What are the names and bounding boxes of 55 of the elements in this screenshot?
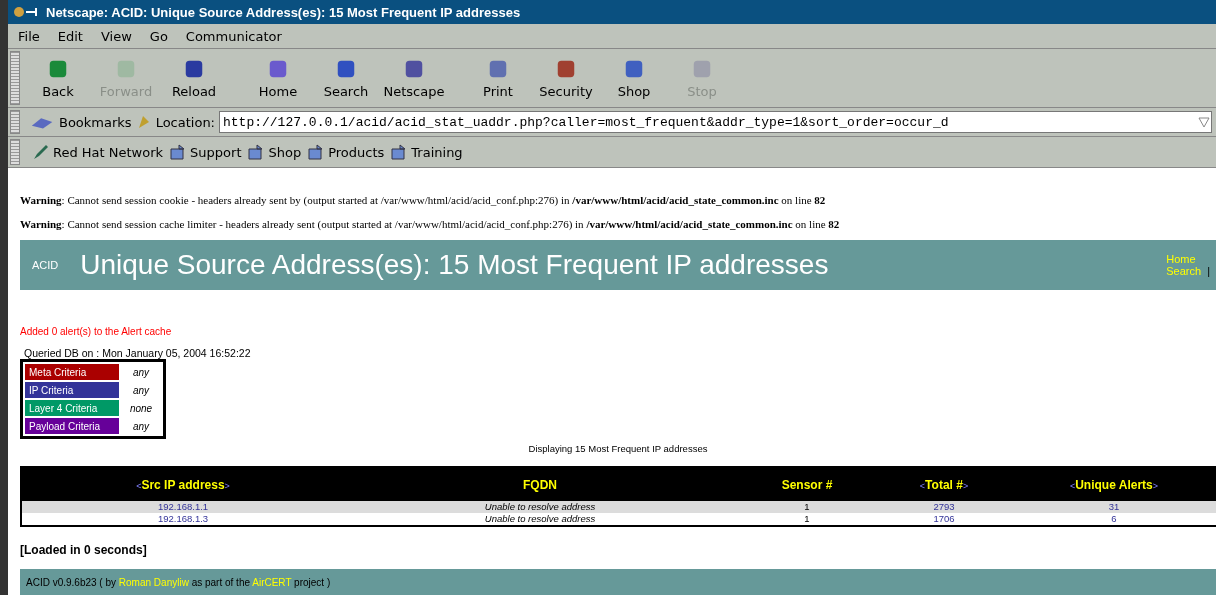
url-field[interactable]: http://127.0.0.1/acid/acid_stat_uaddr.php?caller=most_frequent&addr_type=1&sort_order=occur_d — [219, 111, 1212, 133]
toolbar-button[interactable]: Home — [246, 57, 310, 99]
column-header: Sensor # — [736, 467, 878, 501]
pen-icon — [32, 144, 50, 160]
warning-message: Warning: Cannot send session cookie - headers already sent by (output started at /var/www/html/acid/acid_conf.php:276) in /var/www/html/acid/acid_state_common.inc on line 82 — [20, 194, 827, 206]
table-link[interactable]: 1706 — [878, 513, 1010, 526]
table-link[interactable]: 192.168.1.1 — [21, 501, 344, 513]
personal-toolbar-button[interactable]: Support — [169, 144, 242, 160]
toolbar-button[interactable]: Security — [534, 57, 598, 99]
separator: | — [1207, 265, 1210, 277]
column-header[interactable]: <Unique Alerts> — [1010, 467, 1216, 501]
table-link[interactable]: 6 — [1010, 513, 1216, 526]
table-link[interactable]: 192.168.1.3 — [21, 513, 344, 526]
toolbar-button[interactable]: Shop — [602, 57, 666, 99]
table-cell: Unable to resolve address — [344, 501, 736, 513]
column-header[interactable]: <Src IP address> — [21, 467, 344, 501]
table-cell: Unable to resolve address — [344, 513, 736, 526]
personal-toolbar-button[interactable]: Shop — [247, 144, 302, 160]
cache-message: Added 0 alert(s) to the Alert cache — [20, 326, 173, 337]
credits-text: ACID v0.9.6b23 ( by Roman Danyliw as part of the AirCERT project ) — [26, 576, 331, 588]
location-label: Location: — [155, 114, 215, 130]
table-link[interactable]: 31 — [1010, 501, 1216, 513]
table-cell: 1 — [736, 501, 878, 513]
bookmarks-button[interactable]: Bookmarks — [30, 114, 132, 130]
criteria-label[interactable]: Meta Criteria — [25, 364, 119, 380]
personal-toolbar-button[interactable]: Red Hat Network — [32, 144, 164, 160]
window-title: Netscape: ACID: Unique Source Address(es): 15 Most Frequent IP addresses — [46, 4, 521, 20]
toolbar-button[interactable]: Reload — [162, 57, 226, 99]
table-cell: 1 — [736, 513, 878, 526]
toolbar-button[interactable]: Search — [314, 57, 378, 99]
warning-message: Warning: Cannot send session cache limiter - headers already sent (output started at /var/www/html/acid/acid_conf.php:276) in /var/www/html/acid/acid_state_common.inc on line 82 — [20, 218, 841, 230]
load-time: [Loaded in 0 seconds] — [20, 543, 148, 557]
toolbar-button[interactable]: Print — [466, 57, 530, 99]
personal-toolbar-button[interactable]: Training — [390, 144, 463, 160]
page-title: Unique Source Address(es): 15 Most Frequent IP addresses — [80, 249, 830, 281]
criteria-label[interactable]: Payload Criteria — [25, 418, 119, 434]
menu-item[interactable]: Go — [149, 28, 168, 44]
criteria-label[interactable]: Layer 4 Criteria — [25, 400, 119, 416]
toolbar-grip[interactable] — [10, 139, 20, 165]
query-timestamp: Queried DB on : Mon January 05, 2004 16:52:22 — [24, 347, 252, 359]
toolbar-grip[interactable] — [10, 110, 20, 134]
menu-item[interactable]: File — [18, 28, 40, 44]
column-header: FQDN — [344, 467, 736, 501]
column-header[interactable]: <Total #> — [878, 467, 1010, 501]
menu-item[interactable]: View — [100, 28, 132, 44]
criteria-label[interactable]: IP Criteria — [25, 382, 119, 398]
menu-item[interactable]: Edit — [57, 28, 83, 44]
toolbar-button[interactable]: Back — [26, 57, 90, 99]
result-summary: Displaying 15 Most Frequent IP addresses — [527, 443, 709, 454]
site-logo: ACID — [32, 259, 59, 271]
menu-item[interactable]: Communicator — [185, 28, 282, 44]
toolbar-grip[interactable] — [10, 51, 20, 105]
toolbar-button[interactable]: Netscape — [382, 57, 446, 99]
table-link[interactable]: 2793 — [878, 501, 1010, 513]
personal-toolbar-button[interactable]: Products — [307, 144, 385, 160]
